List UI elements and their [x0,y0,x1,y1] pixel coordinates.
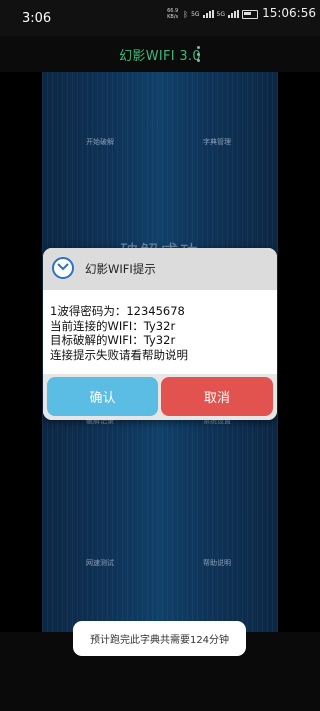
signal-icon-2 [228,10,239,18]
dialog-footer: 确认 取消 [43,374,277,420]
confirm-button[interactable]: 确认 [47,377,158,416]
status-bar: 3:06 66.9 KB/s ᛒ 5G 5G 15:06:56 [0,0,320,36]
bluetooth-icon: ᛒ [183,9,189,19]
net-speed: 66.9 KB/s [167,8,178,20]
alert-dialog: 幻影WIFI提示 1波得密码为：12345678 当前连接的WIFI：Ty32r… [43,248,277,420]
signal-label-1: 5G [191,10,200,18]
dialog-header: 幻影WIFI提示 [43,248,277,290]
cancel-button[interactable]: 取消 [161,377,273,416]
app-bar: 幻影WIFI 3.0 [0,36,320,72]
dialog-line: 目标破解的WIFI：Ty32r [50,333,176,347]
dialog-line: 连接提示失败请看帮助说明 [50,347,188,362]
toast: 预计跑完此字典共需要124分钟 [73,621,246,656]
net-speed-unit: KB/s [167,14,179,20]
dialog-line: 1波得密码为：12345678 [50,304,185,318]
chevron-down-icon[interactable] [52,257,74,279]
battery-icon [242,9,258,19]
menu-help[interactable]: 帮助说明 [203,558,231,568]
dialog-title: 幻影WIFI提示 [85,262,156,276]
signal-label-2: 5G [216,10,225,18]
menu-speed-test[interactable]: 网速测试 [86,558,114,568]
dialog-body: 1波得密码为：12345678 当前连接的WIFI：Ty32r 目标破解的WIF… [43,290,277,362]
signal-icon [202,10,214,18]
status-clock: 15:06:56 [262,6,316,20]
menu-start-crack[interactable]: 开始破解 [86,137,114,147]
status-icons: 66.9 KB/s ᛒ 5G 5G [167,8,258,20]
menu-dictionary-manage[interactable]: 字典管理 [203,137,231,147]
app-title: 幻影WIFI 3.0 [119,49,201,64]
dialog-line: 当前连接的WIFI：Ty32r [50,318,176,333]
status-time: 3:06 [22,11,52,26]
more-vert-icon[interactable] [195,46,201,62]
